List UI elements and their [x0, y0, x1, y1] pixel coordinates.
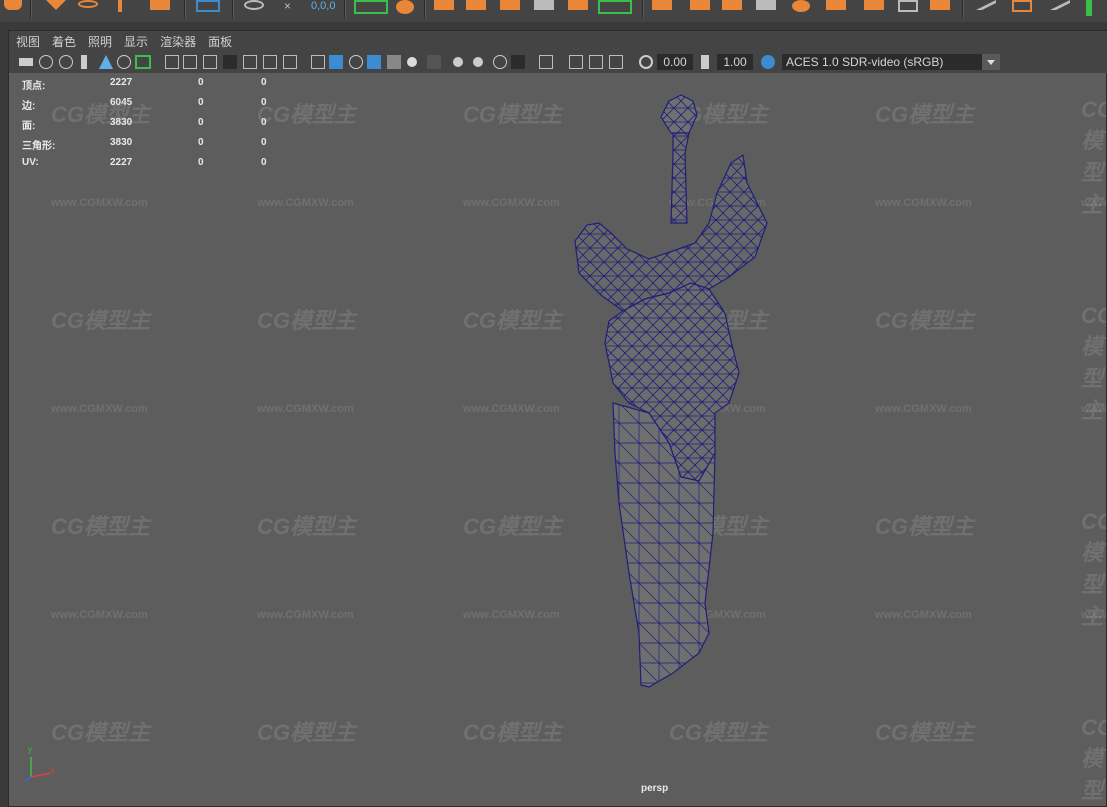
select-camera-icon[interactable]	[19, 58, 33, 66]
xray-icon[interactable]	[569, 55, 583, 69]
resolution-gate-icon[interactable]	[203, 55, 217, 69]
exposure-icon[interactable]	[639, 55, 653, 69]
isolate-select-icon[interactable]	[539, 55, 553, 69]
menu-shading[interactable]: 着色	[52, 33, 76, 50]
menu-renderer[interactable]: 渲染器	[160, 33, 196, 50]
screen-space-ao-icon[interactable]	[453, 57, 463, 67]
shelf-icon-separate[interactable]	[756, 0, 776, 10]
anti-aliasing-icon[interactable]	[493, 55, 507, 69]
shelf-icon-blocks[interactable]	[500, 0, 520, 10]
shelf-icon-grid-select[interactable]	[196, 0, 220, 12]
shelf-separator	[962, 0, 964, 18]
panel-menubar: 视图 着色 照明 显示 渲染器 面板	[9, 31, 1107, 51]
shelf-icon-pin[interactable]	[118, 0, 122, 12]
menu-panels[interactable]: 面板	[208, 33, 232, 50]
shelf-icon-snap-x[interactable]: ×	[284, 0, 304, 14]
grid-icon[interactable]	[165, 55, 179, 69]
smooth-shade-icon[interactable]	[329, 55, 343, 69]
shelf-icon-green-marker[interactable]	[1086, 0, 1092, 16]
depth-of-field-icon[interactable]	[511, 55, 525, 69]
menu-show[interactable]: 显示	[124, 33, 148, 50]
shelf-icon-collapse[interactable]	[722, 0, 742, 10]
sword-guard	[574, 153, 768, 312]
shelf-icon-sculpt[interactable]	[46, 0, 66, 10]
wireframe-icon[interactable]	[311, 55, 325, 69]
safe-title-icon[interactable]	[283, 55, 297, 69]
shelf-icon-extrude[interactable]	[652, 0, 672, 10]
lights-icon[interactable]	[407, 57, 417, 67]
axis-gizmo: y x	[23, 745, 63, 788]
shelf-icon-quad[interactable]	[930, 0, 950, 10]
field-chart-icon[interactable]	[243, 55, 257, 69]
shelf-separator	[424, 0, 426, 18]
pencil-active-icon[interactable]	[135, 55, 151, 69]
wireframe-on-shaded-icon[interactable]	[367, 55, 381, 69]
shelf-icon-sphere[interactable]	[396, 0, 414, 14]
shelf-separator	[642, 0, 644, 18]
shelf-icon-lattice[interactable]	[1012, 0, 1032, 12]
shelf-icon-box[interactable]	[150, 0, 170, 10]
shelf-icon-bridge[interactable]	[598, 0, 632, 14]
grease-pencil-icon[interactable]	[117, 55, 131, 69]
image-plane-icon[interactable]	[81, 55, 87, 69]
gate-mask-icon[interactable]	[223, 55, 237, 69]
color-space-select[interactable]: ACES 1.0 SDR-video (sRGB)	[782, 54, 992, 70]
default-material-icon[interactable]	[349, 55, 363, 69]
gamma-field[interactable]: 1.00	[717, 54, 753, 70]
shelf-icon-arrow[interactable]	[4, 0, 22, 10]
safe-action-icon[interactable]	[263, 55, 277, 69]
axis-y-label: y	[28, 745, 32, 754]
shelf-bar: × 0,0,0	[0, 0, 1107, 22]
camera-label: persp	[641, 783, 669, 794]
chevron-down-icon[interactable]	[982, 54, 1000, 70]
two-d-pan-icon[interactable]	[99, 55, 113, 69]
shelf-coord-readout: 0,0,0	[311, 0, 336, 12]
shelf-icon-ball[interactable]	[792, 0, 810, 12]
shelf-separator	[232, 0, 234, 18]
motion-blur-icon[interactable]	[473, 57, 483, 67]
shelf-icon-flatten[interactable]	[864, 0, 884, 10]
shelf-icon-triangulate[interactable]	[898, 0, 918, 12]
film-gate-icon[interactable]	[183, 55, 197, 69]
shelf-icon-pencil[interactable]	[976, 0, 996, 10]
shelf-icon-snap-frame[interactable]	[354, 0, 388, 14]
color-management-icon[interactable]	[761, 55, 775, 69]
menu-view[interactable]: 视图	[16, 33, 40, 50]
shelf-icon-loop[interactable]	[78, 0, 98, 8]
xray-joints-icon[interactable]	[589, 55, 603, 69]
menu-lighting[interactable]: 照明	[88, 33, 112, 50]
shelf-icon-plane[interactable]	[826, 0, 846, 10]
shelf-icon-measure[interactable]	[244, 0, 264, 10]
shelf-separator	[184, 0, 186, 18]
shelf-icon-merge[interactable]	[690, 0, 710, 10]
shelf-icon-curve[interactable]	[1050, 0, 1070, 10]
panel-toolbar: 0.00 1.00 ACES 1.0 SDR-video (sRGB)	[9, 51, 1107, 73]
textured-icon[interactable]	[387, 55, 401, 69]
shelf-separator	[344, 0, 346, 18]
shelf-icon-grid[interactable]	[534, 0, 554, 10]
sword-handle	[670, 132, 690, 224]
shelf-separator	[30, 0, 32, 18]
sword-pommel	[660, 94, 698, 134]
exposure-field[interactable]: 0.00	[657, 54, 693, 70]
sword-wireframe-model[interactable]	[9, 73, 1106, 806]
perspective-viewport[interactable]: CG模型主CG模型主CG模型主CG模型主CG模型主CG模型主CG模型主CG模型主…	[9, 73, 1106, 806]
gamma-icon[interactable]	[701, 55, 709, 69]
camera-attributes-icon[interactable]	[39, 55, 53, 69]
shelf-icon-cube[interactable]	[434, 0, 454, 10]
bookmarks-icon[interactable]	[59, 55, 73, 69]
shelf-icon-bevel[interactable]	[568, 0, 588, 10]
axis-x-label: x	[51, 766, 55, 775]
shadows-icon[interactable]	[427, 55, 441, 69]
xray-components-icon[interactable]	[609, 55, 623, 69]
shelf-icon-cube-split[interactable]	[466, 0, 486, 10]
